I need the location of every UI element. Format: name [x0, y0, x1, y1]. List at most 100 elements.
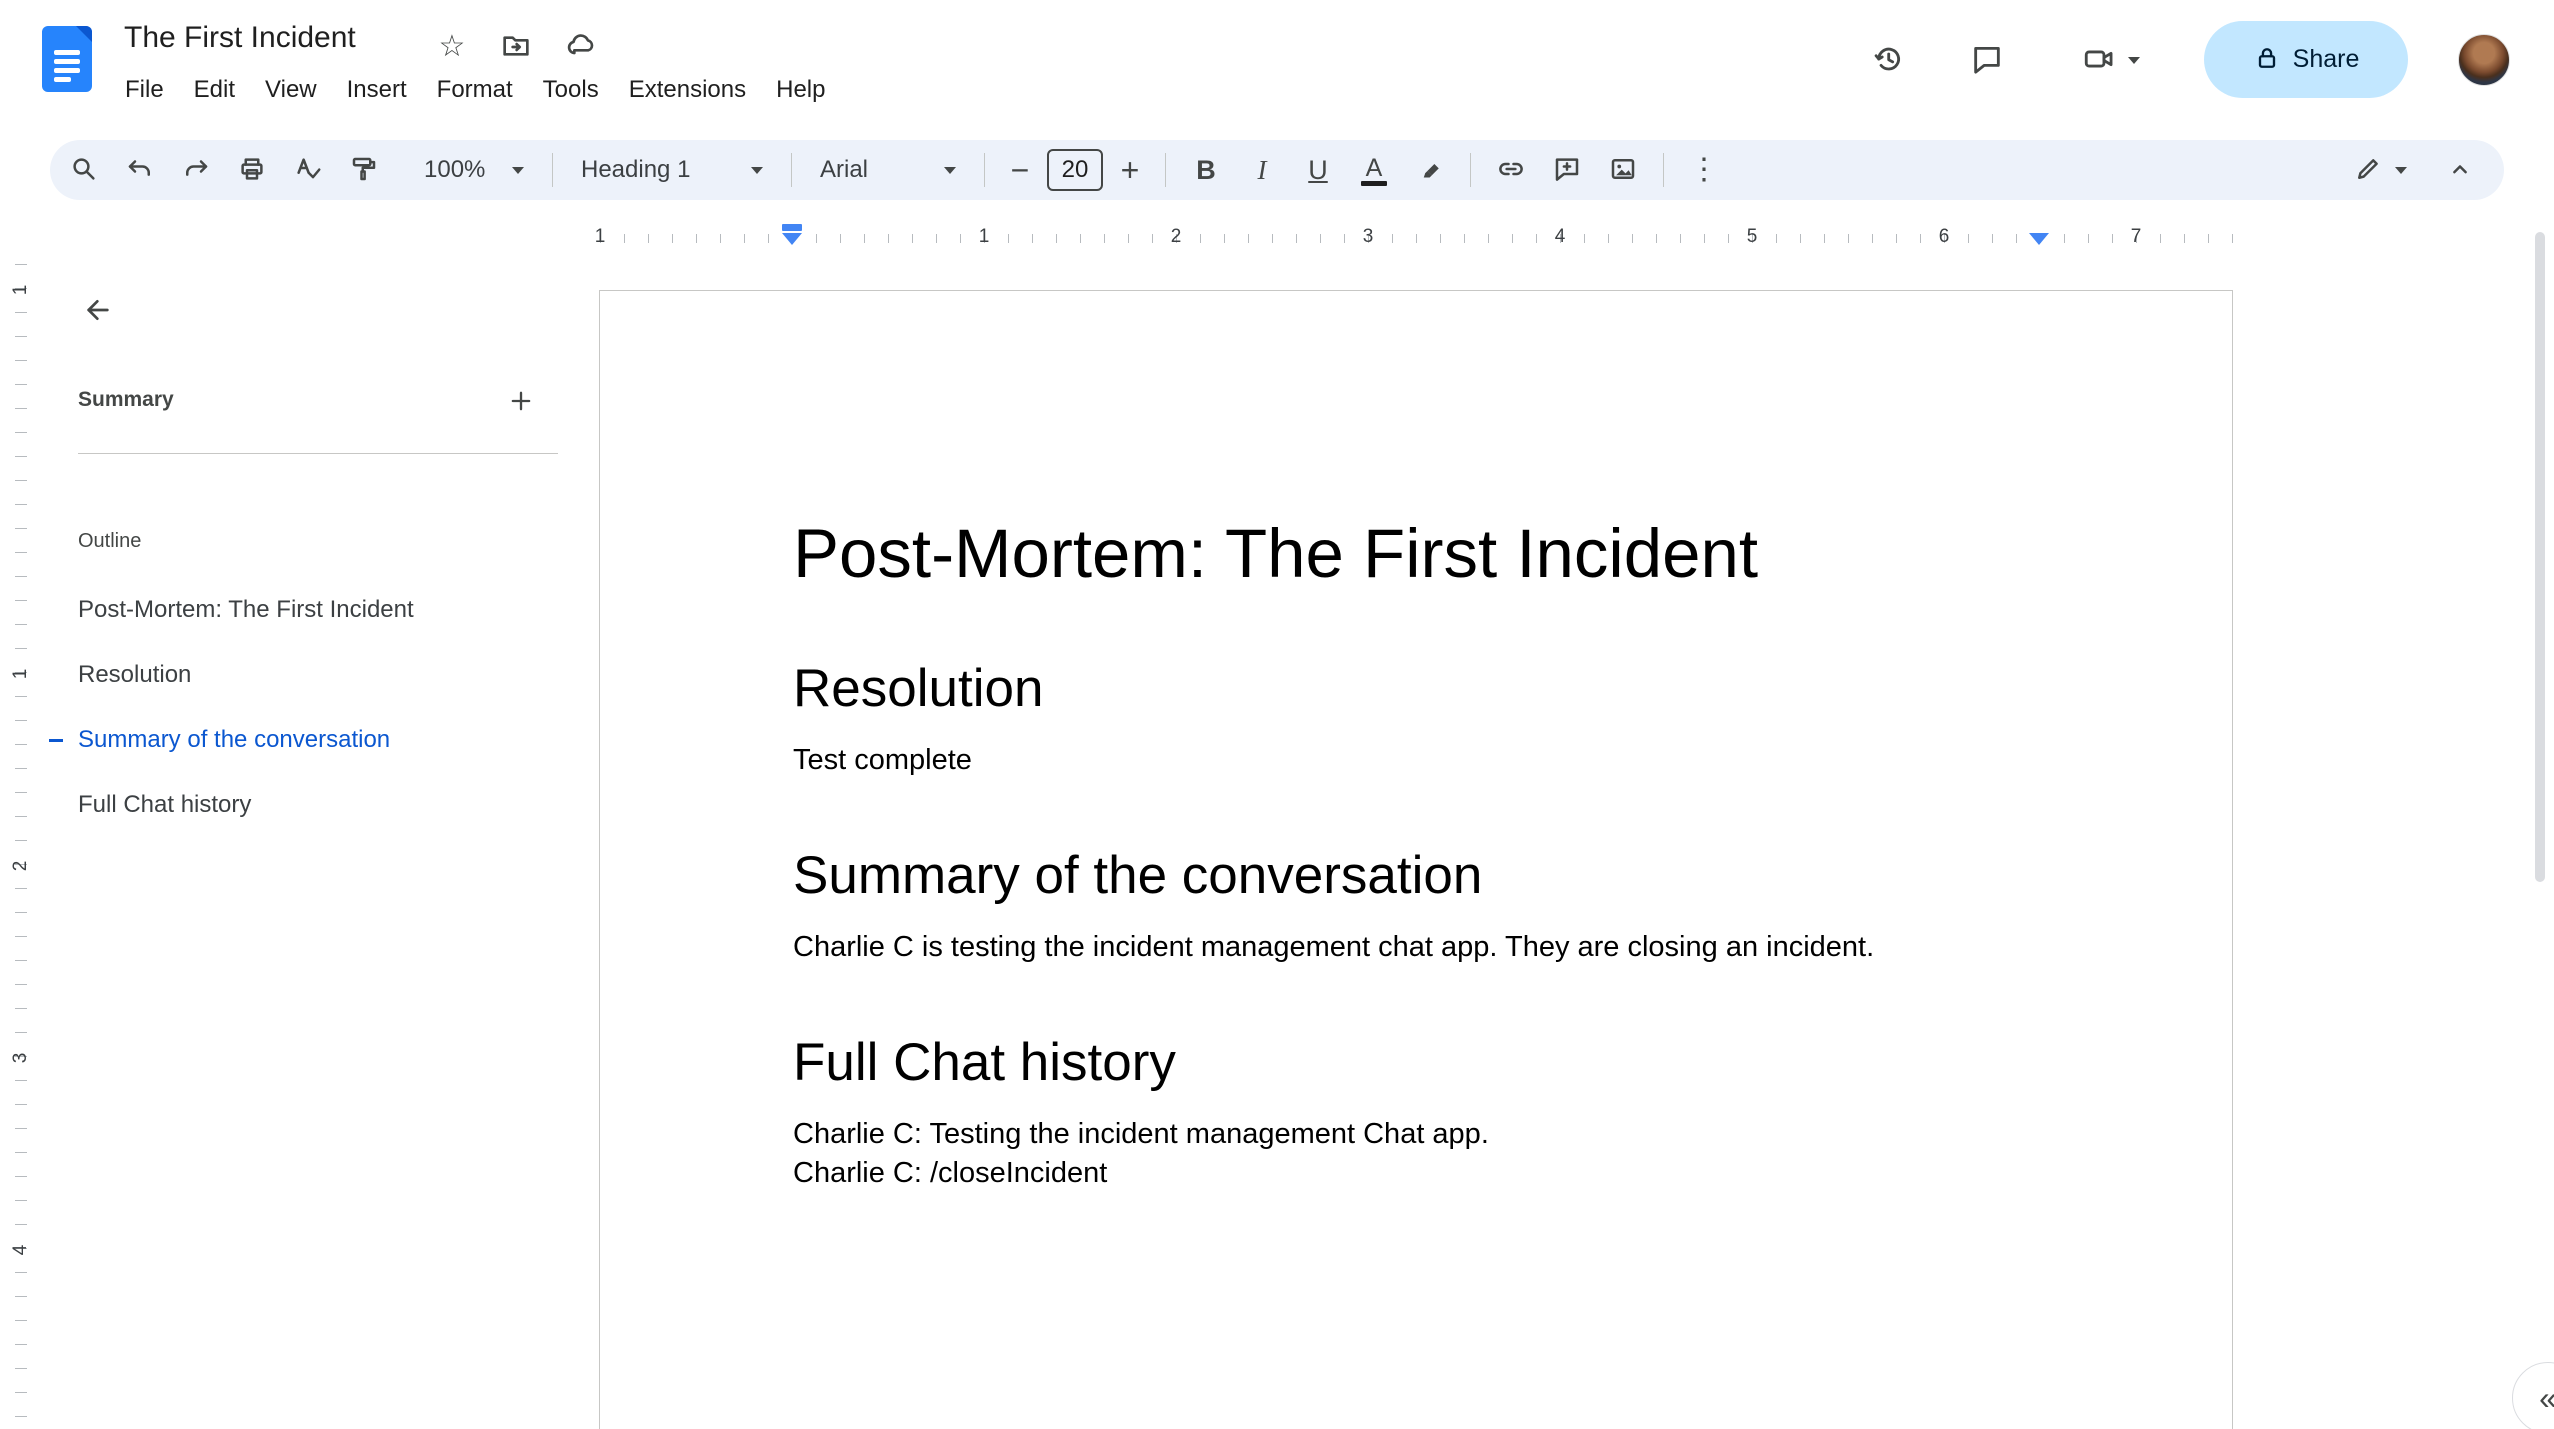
doc-paragraph[interactable]: Test complete: [793, 741, 2039, 780]
add-comment-button[interactable]: [1539, 144, 1595, 196]
outline-item-post-mortem[interactable]: Post-Mortem: The First Incident: [78, 578, 538, 642]
underline-button[interactable]: U: [1290, 144, 1346, 196]
double-chevron-left-icon: «: [2539, 1380, 2554, 1417]
menu-item-format[interactable]: Format: [422, 68, 528, 112]
menu-item-edit[interactable]: Edit: [179, 68, 250, 112]
menu-item-help[interactable]: Help: [761, 68, 840, 112]
highlight-color-button[interactable]: [1402, 144, 1458, 196]
font-family-value: Arial: [820, 156, 869, 183]
zoom-select[interactable]: 100%: [408, 144, 540, 196]
doc-paragraph[interactable]: Charlie C: /closeIncident: [793, 1154, 2039, 1193]
logo-fold: [76, 26, 92, 42]
redo-button[interactable]: [168, 144, 224, 196]
doc-paragraph[interactable]: Charlie C: Testing the incident manageme…: [793, 1115, 2039, 1154]
spellcheck-button[interactable]: [280, 144, 336, 196]
image-icon: [1608, 154, 1638, 187]
star-button[interactable]: ☆: [432, 26, 472, 66]
outline-heading: Outline: [78, 530, 142, 552]
search-menus-button[interactable]: [56, 144, 112, 196]
vertical-scrollbar[interactable]: [2535, 232, 2545, 882]
open-comments-button[interactable]: [1957, 30, 2017, 90]
ruler-number: 1: [594, 226, 606, 247]
outline-list: Post-Mortem: The First Incident Resoluti…: [49, 578, 538, 837]
decrease-font-size-button[interactable]: −: [997, 144, 1043, 196]
menu-item-extensions[interactable]: Extensions: [614, 68, 761, 112]
horizontal-ruler[interactable]: 1 1 2 3 4 5 6 7: [595, 223, 2233, 253]
cloud-check-icon: [564, 29, 598, 64]
text-color-icon: A: [1361, 155, 1387, 186]
close-outline-button[interactable]: [66, 279, 130, 343]
doc-title-text[interactable]: Post-Mortem: The First Incident: [793, 514, 2039, 593]
text-color-button[interactable]: A: [1346, 144, 1402, 196]
outline-item-summary-of-conversation[interactable]: Summary of the conversation: [49, 708, 538, 772]
highlighter-icon: [1415, 154, 1445, 187]
outline-item-label: Resolution: [78, 661, 192, 688]
video-dropdown-caret-icon: [2128, 56, 2140, 64]
account-avatar[interactable]: [2458, 34, 2510, 86]
cloud-saved-icon-button[interactable]: [560, 26, 602, 66]
font-caret-icon: [944, 166, 956, 174]
side-panel-expand-button[interactable]: «: [2512, 1362, 2554, 1429]
toolbar-divider: [1165, 153, 1166, 187]
menu-item-insert[interactable]: Insert: [332, 68, 422, 112]
document-page[interactable]: Post-Mortem: The First Incident Resoluti…: [599, 290, 2233, 1429]
vertical-ruler: 1 1 2 3 4: [8, 250, 36, 1429]
style-caret-icon: [751, 166, 763, 174]
summary-divider: [78, 453, 558, 454]
link-icon: [1496, 154, 1526, 187]
print-icon: [237, 154, 267, 187]
menu-item-tools[interactable]: Tools: [528, 68, 614, 112]
doc-paragraph[interactable]: Charlie C is testing the incident manage…: [793, 928, 2039, 967]
ruler-number: 5: [1746, 226, 1758, 247]
arrow-left-icon: [82, 294, 114, 329]
ruler-number: 4: [1554, 226, 1566, 247]
menu-item-file[interactable]: File: [110, 68, 179, 112]
first-line-indent-marker[interactable]: [782, 224, 802, 231]
insert-image-button[interactable]: [1595, 144, 1651, 196]
more-options-button[interactable]: ⋮: [1676, 144, 1732, 196]
outline-item-resolution[interactable]: Resolution: [78, 643, 538, 707]
ruler-number: 1: [10, 668, 31, 680]
left-indent-marker[interactable]: [782, 233, 802, 245]
version-history-button[interactable]: [1858, 30, 1918, 90]
doc-section-chat-history: Full Chat history Charlie C: Testing the…: [793, 1031, 2039, 1193]
document-title-input[interactable]: The First Incident: [124, 16, 356, 60]
outline-item-label: Full Chat history: [78, 791, 252, 818]
toolbar: 100% Heading 1 Arial − 20 + B I U A ⋮: [50, 140, 2504, 200]
toolbar-divider: [552, 153, 553, 187]
doc-heading[interactable]: Resolution: [793, 657, 2039, 721]
editing-mode-button[interactable]: [2328, 144, 2432, 196]
increase-font-size-button[interactable]: +: [1107, 144, 1153, 196]
menu-item-view[interactable]: View: [250, 68, 332, 112]
undo-button[interactable]: [112, 144, 168, 196]
font-size-input[interactable]: 20: [1047, 149, 1103, 191]
print-button[interactable]: [224, 144, 280, 196]
paragraph-style-select[interactable]: Heading 1: [565, 144, 779, 196]
insert-link-button[interactable]: [1483, 144, 1539, 196]
docs-logo-icon[interactable]: [42, 26, 92, 92]
more-vertical-icon: ⋮: [1689, 153, 1719, 186]
ruler-number: 2: [1170, 226, 1182, 247]
move-to-folder-button[interactable]: [496, 26, 536, 66]
outline-item-full-chat-history[interactable]: Full Chat history: [78, 773, 538, 837]
share-button[interactable]: Share: [2204, 21, 2408, 98]
paint-roller-icon: [349, 154, 379, 187]
doc-heading[interactable]: Full Chat history: [793, 1031, 2039, 1095]
doc-heading[interactable]: Summary of the conversation: [793, 844, 2039, 908]
paragraph-style-value: Heading 1: [581, 156, 691, 183]
search-icon: [69, 154, 99, 187]
join-call-button[interactable]: [2056, 30, 2166, 90]
spellcheck-icon: [293, 154, 323, 187]
add-summary-button[interactable]: [494, 375, 548, 429]
paint-format-button[interactable]: [336, 144, 392, 196]
ruler-number: 3: [10, 1052, 31, 1064]
outline-item-label: Summary of the conversation: [78, 726, 391, 753]
videocam-icon: [2082, 42, 2116, 79]
font-family-select[interactable]: Arial: [804, 144, 972, 196]
comment-bubble-icon: [1970, 42, 2004, 79]
bold-icon: B: [1196, 154, 1216, 185]
hide-menus-button[interactable]: [2432, 144, 2488, 196]
italic-button[interactable]: I: [1234, 144, 1290, 196]
right-indent-marker[interactable]: [2029, 233, 2049, 245]
bold-button[interactable]: B: [1178, 144, 1234, 196]
